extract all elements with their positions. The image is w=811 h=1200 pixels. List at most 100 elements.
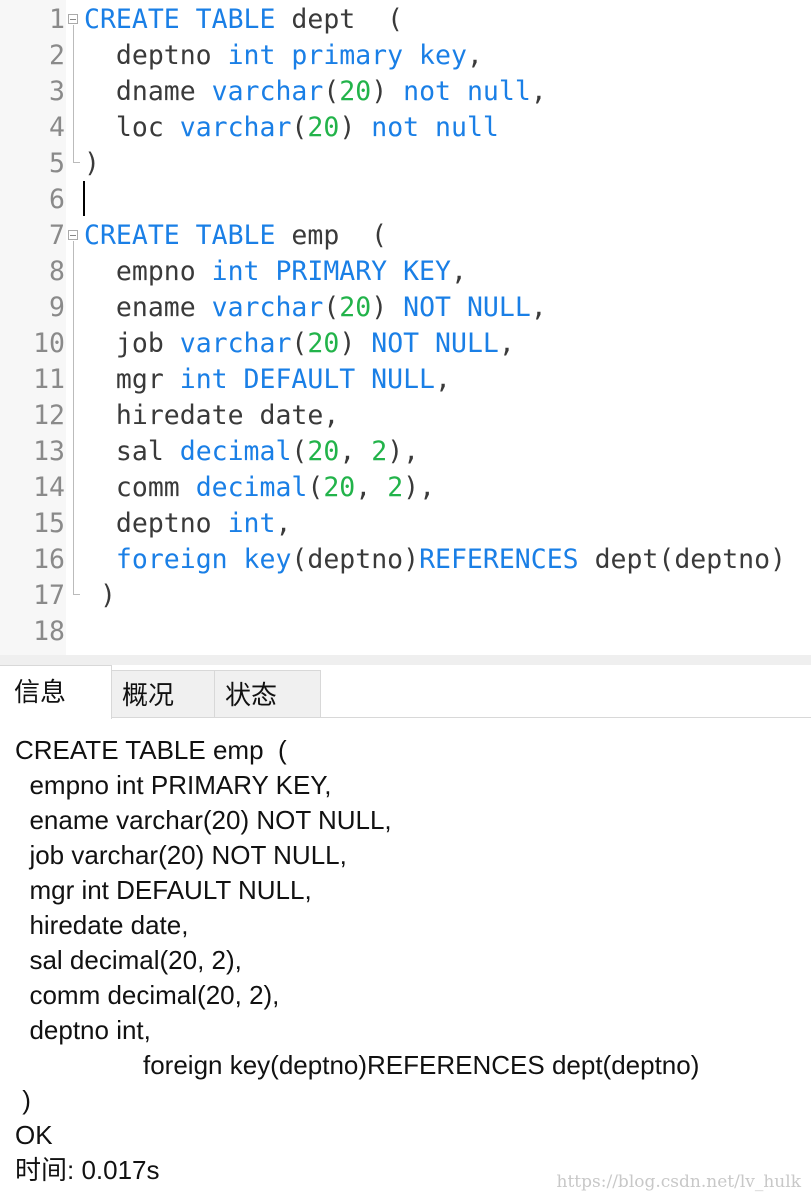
line-number: 8 (49, 256, 65, 287)
output-line: mgr int DEFAULT NULL, (15, 875, 312, 905)
code-line: 6 (0, 182, 811, 218)
keyword-token: int (227, 508, 276, 539)
keyword-token: not null (371, 112, 499, 143)
code-line: 10 job varchar(20) NOT NULL, (0, 326, 811, 362)
keyword-token: decimal (179, 436, 292, 467)
fold-toggle-icon[interactable] (68, 14, 78, 24)
text-token: deptno (84, 40, 228, 71)
keyword-token: CREATE TABLE (84, 4, 276, 35)
text-token: , (275, 508, 292, 539)
code-line: 14 comm decimal(20, 2), (0, 470, 811, 506)
line-number: 10 (33, 328, 65, 359)
code-text: loc varchar(20) not null (84, 110, 499, 146)
output-line: CREATE TABLE emp ( (15, 735, 287, 765)
text-token: , (530, 76, 547, 107)
text-token: , (339, 436, 372, 467)
text-token: ) (84, 148, 100, 179)
tab-status[interactable]: 状态 (214, 670, 321, 718)
line-number: 17 (33, 580, 65, 611)
text-token: dept(deptno) (578, 544, 787, 575)
keyword-token: foreign key (115, 544, 292, 575)
line-number: 16 (33, 544, 65, 575)
code-line: 2 deptno int primary key, (0, 38, 811, 74)
number-token: 2 (387, 472, 404, 503)
tab-info[interactable]: 信息 (0, 665, 112, 719)
code-line: 11 mgr int DEFAULT NULL, (0, 362, 811, 398)
text-token: , (435, 364, 451, 395)
text-token: ) (339, 112, 372, 143)
fold-end-icon (73, 154, 80, 163)
line-number: 13 (33, 436, 65, 467)
text-token: ) (339, 328, 372, 359)
number-token: 20 (307, 328, 340, 359)
code-line: 12 hiredate date, (0, 398, 811, 434)
output-line: job varchar(20) NOT NULL, (15, 840, 347, 870)
code-text: CREATE TABLE emp ( (84, 218, 387, 254)
code-line: 1 CREATE TABLE dept ( (0, 2, 811, 38)
code-text: hiredate date, (84, 398, 339, 434)
line-number: 1 (49, 4, 65, 35)
code-line: 16 foreign key(deptno)REFERENCES dept(de… (0, 542, 811, 578)
text-token: ( (323, 76, 340, 107)
line-number: 18 (33, 616, 65, 647)
code-text: dname varchar(20) not null, (84, 74, 547, 110)
text-token: , (355, 472, 388, 503)
code-line: 3 dname varchar(20) not null, (0, 74, 811, 110)
code-text: ename varchar(20) NOT NULL, (84, 290, 547, 326)
output-line: deptno int, (15, 1015, 151, 1045)
text-token: ( (291, 328, 308, 359)
code-text: foreign key(deptno)REFERENCES dept(deptn… (84, 542, 786, 578)
keyword-token: int PRIMARY KEY (211, 256, 451, 287)
keyword-token: not null (403, 76, 531, 107)
output-line: comm decimal(20, 2), (15, 980, 280, 1010)
code-text: deptno int primary key, (84, 38, 483, 74)
output-line: empno int PRIMARY KEY, (15, 770, 332, 800)
sql-editor[interactable]: 1 CREATE TABLE dept (2 deptno int primary… (0, 0, 811, 655)
text-token: ( (307, 472, 324, 503)
code-line: 4 loc varchar(20) not null (0, 110, 811, 146)
code-line: 18 (0, 614, 811, 650)
keyword-token: NOT NULL (371, 328, 499, 359)
number-token: 20 (323, 472, 356, 503)
line-number: 3 (49, 76, 65, 107)
code-line: 8 empno int PRIMARY KEY, (0, 254, 811, 290)
tab-overview[interactable]: 概况 (111, 670, 215, 718)
text-token: ename (84, 292, 212, 323)
keyword-token: varchar (179, 328, 292, 359)
text-token: deptno (84, 508, 228, 539)
line-number: 14 (33, 472, 65, 503)
text-token: hiredate date, (84, 400, 340, 431)
line-number: 11 (33, 364, 65, 395)
text-token: job (84, 328, 180, 359)
text-token: ), (403, 472, 436, 503)
line-number: 12 (33, 400, 65, 431)
text-token: mgr (84, 364, 180, 395)
number-token: 20 (339, 76, 372, 107)
text-token: , (530, 292, 547, 323)
code-text: sal decimal(20, 2), (84, 434, 419, 470)
text-token: loc (84, 112, 180, 143)
code-text: job varchar(20) NOT NULL, (84, 326, 515, 362)
line-number: 15 (33, 508, 65, 539)
message-output: CREATE TABLE emp ( empno int PRIMARY KEY… (15, 733, 699, 1188)
output-line: ename varchar(20) NOT NULL, (15, 805, 392, 835)
pane-splitter[interactable] (0, 655, 811, 665)
text-token: ) (371, 292, 404, 323)
keyword-token: NOT NULL (403, 292, 531, 323)
number-token: 20 (339, 292, 372, 323)
output-line: ) (15, 1085, 31, 1115)
line-number: 9 (49, 292, 65, 323)
line-number: 5 (49, 148, 65, 179)
text-token: ( (291, 112, 308, 143)
keyword-token: varchar (211, 292, 324, 323)
text-token: ), (387, 436, 420, 467)
text-token: ) (84, 580, 116, 611)
output-line: hiredate date, (15, 910, 189, 940)
text-token: comm (84, 472, 196, 503)
text-token: ( (291, 436, 308, 467)
code-line: 17 ) (0, 578, 811, 614)
number-token: 2 (371, 436, 388, 467)
text-token: (deptno) (291, 544, 420, 575)
fold-toggle-icon[interactable] (68, 230, 78, 240)
watermark: https://blog.csdn.net/lv_hulk (556, 1172, 801, 1192)
